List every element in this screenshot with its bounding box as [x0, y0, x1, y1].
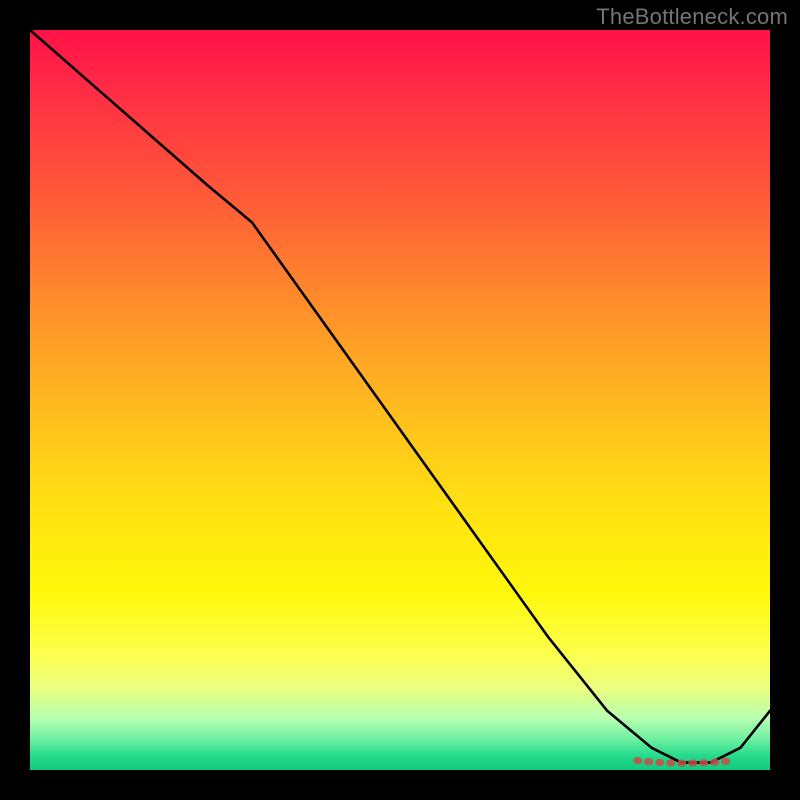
- optimal-range-marker: [637, 761, 733, 764]
- watermark-text: TheBottleneck.com: [596, 4, 788, 30]
- chart-svg: [30, 30, 770, 770]
- bottleneck-curve: [30, 30, 770, 763]
- plot-area: [30, 30, 770, 770]
- chart-frame: TheBottleneck.com: [0, 0, 800, 800]
